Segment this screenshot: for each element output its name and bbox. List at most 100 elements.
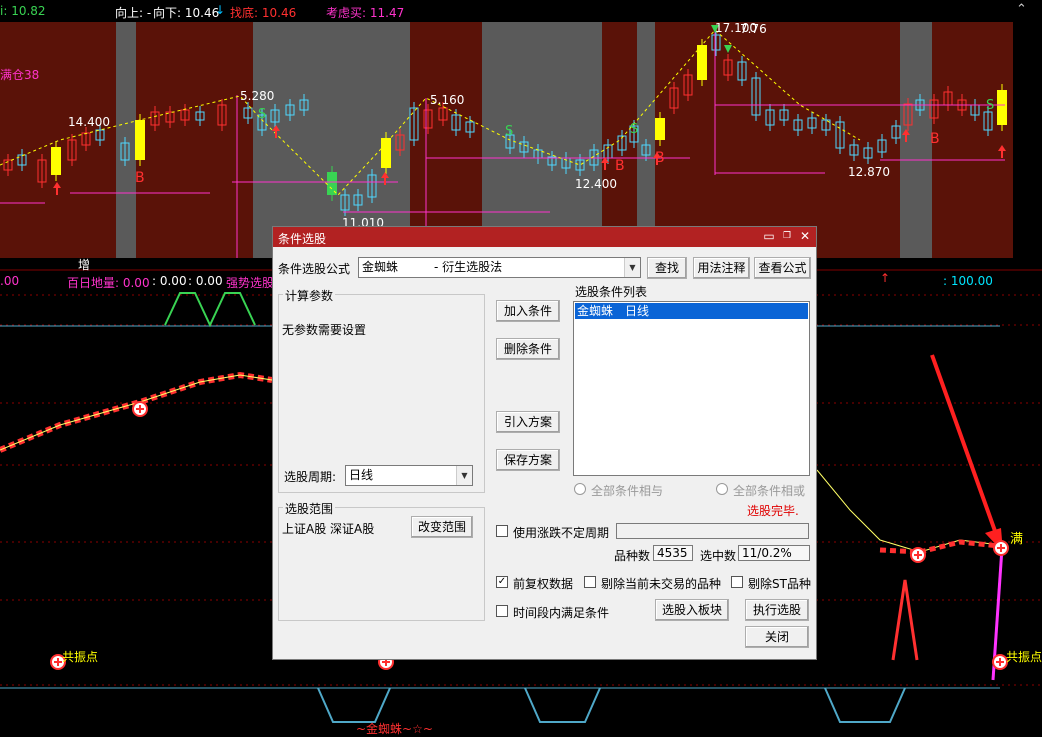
indicator-peaks [164,292,256,328]
indicator-curve [879,539,1001,555]
price-label: 5.280 [240,89,275,103]
delete-condition-button[interactable]: 删除条件 [496,338,560,360]
exclude-st-checkbox[interactable] [731,576,743,588]
price-label: 12.400 [575,177,617,191]
radio-and-label: 全部条件相与 [591,484,664,498]
indicator-curve [816,469,1001,553]
gray-band [900,22,932,258]
pre-adjust-checkbox[interactable]: ✓ [496,576,508,588]
status-text: 选股完毕. [747,504,799,518]
import-scheme-button[interactable]: 引入方案 [496,411,560,433]
ind-label: : 0.00 [152,274,187,288]
ind-label-strong: 强势选股 [226,276,275,290]
candle-body [135,120,145,160]
down-arrow-icon: ↓ [215,3,226,17]
candle-body [381,138,391,168]
price-label: 5.160 [430,93,465,107]
execute-button[interactable]: 执行选股 [745,599,809,621]
ind-label-low-volume: 百日地量: 0.00 [67,276,150,290]
sell-marker: S [986,98,995,113]
find-button[interactable]: 查找 [647,257,687,279]
formula-value: 金蜘蛛 - 衍生选股法 [362,260,503,274]
exclude-st-label: 剔除ST品种 [748,577,811,591]
count-value: 4535 [653,545,693,561]
top-label-up: 向上: - [115,6,152,20]
sell-marker: S [630,122,639,137]
price-label: 7.76 [740,22,767,36]
scope-value: 上证A股 深证A股 [282,522,375,536]
pre-adjust-label: 前复权数据 [513,577,574,591]
stock-screener-dialog: 条件选股 ▭ ❐ ✕ 条件选股公式 金蜘蛛 - 衍生选股法 ▼ 查找 用法注释 … [272,226,817,660]
condition-list-item[interactable]: 金蜘蛛 日线 [575,303,808,319]
candle-body [655,118,665,140]
no-params-text: 无参数需要设置 [282,323,367,337]
gray-band [482,22,602,258]
up-arrow-icon: ↑ [880,271,891,285]
full-label: 满 [1010,532,1024,547]
trough-shape [524,687,601,723]
top-label-down: 向下: 10.46 [153,6,220,20]
radio-and[interactable] [574,483,586,495]
exclude-untraded-label: 剔除当前未交易的品种 [601,577,722,591]
candle-body [697,45,707,80]
period-select[interactable]: 日线 ▼ [345,465,473,486]
full-position-label: 满仓38 [0,68,40,82]
collapse-icon[interactable]: ⌃ [1016,2,1027,17]
time-range-checkbox[interactable] [496,605,508,617]
dropdown-arrow-icon[interactable]: ▼ [456,466,472,485]
top-label-bottom: 找底: 10.46 [230,6,297,20]
ind-label-value: : 100.00 [943,274,993,288]
price-label: 14.400 [68,115,110,129]
ind-label: .00 [0,274,20,288]
condition-list-label: 选股条件列表 [575,285,648,299]
dialog-titlebar[interactable]: 条件选股 ▭ ❐ ✕ [273,227,816,247]
buy-marker: B [655,150,665,166]
formula-label: 条件选股公式 [278,262,351,276]
period-label: 选股周期: [284,470,337,484]
time-range-label: 时间段内满足条件 [513,606,610,620]
candle-body [327,172,337,195]
ind-label: : 0.00 [188,274,223,288]
radio-or[interactable] [716,483,728,495]
minimize-icon[interactable]: ▭ [762,229,776,243]
increase-label: 增 [78,258,91,272]
usage-button[interactable]: 用法注释 [693,257,750,279]
change-period-checkbox[interactable] [496,525,508,537]
candle-body [997,90,1007,125]
top-label-close: i: 10.82 [0,4,46,18]
sell-marker: S [258,107,267,122]
period-value: 日线 [349,468,374,482]
buy-marker: B [135,170,145,186]
resonance-label: 共振点 [62,650,99,664]
buy-marker: B [615,158,625,174]
candle-body [51,147,61,175]
params-group-label: 计算参数 [283,287,336,304]
radio-or-label: 全部条件相或 [733,484,806,498]
dialog-title: 条件选股 [278,232,327,246]
save-scheme-button[interactable]: 保存方案 [496,449,560,471]
view-formula-button[interactable]: 查看公式 [754,257,811,279]
close-icon[interactable]: ✕ [798,229,812,243]
trough-shape [317,687,391,723]
progress-bar [616,523,809,539]
top-label-buy: 考虑买: 11.47 [326,6,405,20]
indicator-title: ~金蜘蛛~☆~ [356,722,433,736]
scope-group-label: 选股范围 [283,500,336,517]
count-label: 品种数 [614,549,651,563]
sell-marker: S [505,124,514,139]
buy-marker: B [930,131,940,147]
dropdown-arrow-icon[interactable]: ▼ [624,258,640,277]
selected-value: 11/0.2% [738,545,810,561]
exclude-untraded-checkbox[interactable] [584,576,596,588]
condition-list[interactable]: 金蜘蛛 日线 [573,301,810,476]
selected-label: 选中数 [700,549,737,563]
formula-select[interactable]: 金蜘蛛 - 衍生选股法 ▼ [358,257,641,278]
change-period-label: 使用涨跌不定周期 [513,526,610,540]
change-scope-button[interactable]: 改变范围 [411,516,473,538]
spike [891,579,919,661]
price-label: 12.870 [848,165,890,179]
close-button[interactable]: 关闭 [745,626,809,648]
add-to-block-button[interactable]: 选股入板块 [655,599,729,621]
add-condition-button[interactable]: 加入条件 [496,300,560,322]
restore-icon[interactable]: ❐ [780,229,794,243]
